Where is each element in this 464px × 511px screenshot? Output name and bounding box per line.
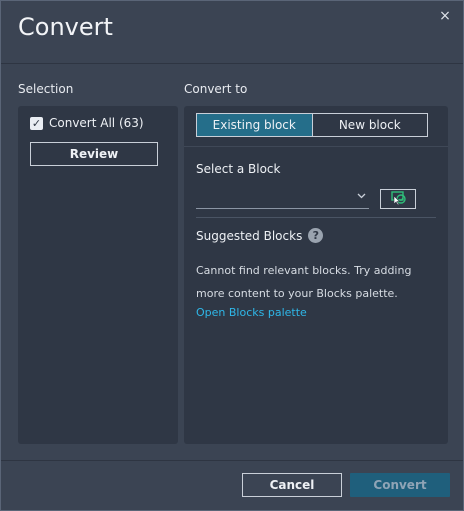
review-button[interactable]: Review [30, 142, 158, 166]
header-divider [1, 63, 463, 64]
convert-all-checkbox[interactable]: ✓ [30, 116, 43, 130]
close-icon[interactable]: × [438, 9, 452, 23]
block-type-toggle: Existing block New block [196, 113, 428, 137]
cancel-button[interactable]: Cancel [242, 473, 342, 497]
select-block-label: Select a Block [196, 162, 281, 176]
convert-to-section-label: Convert to [184, 82, 248, 96]
pick-block-button[interactable] [380, 189, 416, 209]
selection-panel: ✓ Convert All (63) Review [18, 106, 178, 444]
suggested-blocks-heading: Suggested Blocks ? [196, 228, 324, 243]
chevron-down-icon [357, 189, 366, 202]
block-dropdown[interactable] [196, 186, 369, 209]
toggle-divider [184, 146, 448, 147]
convert-all-label: Convert All (63) [49, 116, 144, 130]
open-blocks-palette-link[interactable]: Open Blocks palette [196, 306, 307, 319]
tab-new-block[interactable]: New block [312, 113, 428, 137]
convert-all-checkbox-row[interactable]: ✓ Convert All (63) [30, 116, 144, 130]
convert-dialog: Convert × Selection Convert to ✓ Convert… [0, 0, 464, 511]
help-icon[interactable]: ? [308, 228, 324, 243]
tab-existing-block[interactable]: Existing block [196, 113, 313, 137]
dialog-title: Convert [18, 13, 113, 41]
selection-section-label: Selection [18, 82, 74, 96]
convert-to-panel: Existing block New block Select a Block [184, 106, 448, 444]
no-suggestions-message: Cannot find relevant blocks. Try adding … [196, 264, 412, 300]
suggested-blocks-label: Suggested Blocks [196, 228, 303, 243]
convert-button[interactable]: Convert [350, 473, 450, 497]
footer-divider [1, 460, 463, 461]
select-block-from-drawing-icon [389, 190, 407, 209]
section-divider [196, 217, 436, 218]
